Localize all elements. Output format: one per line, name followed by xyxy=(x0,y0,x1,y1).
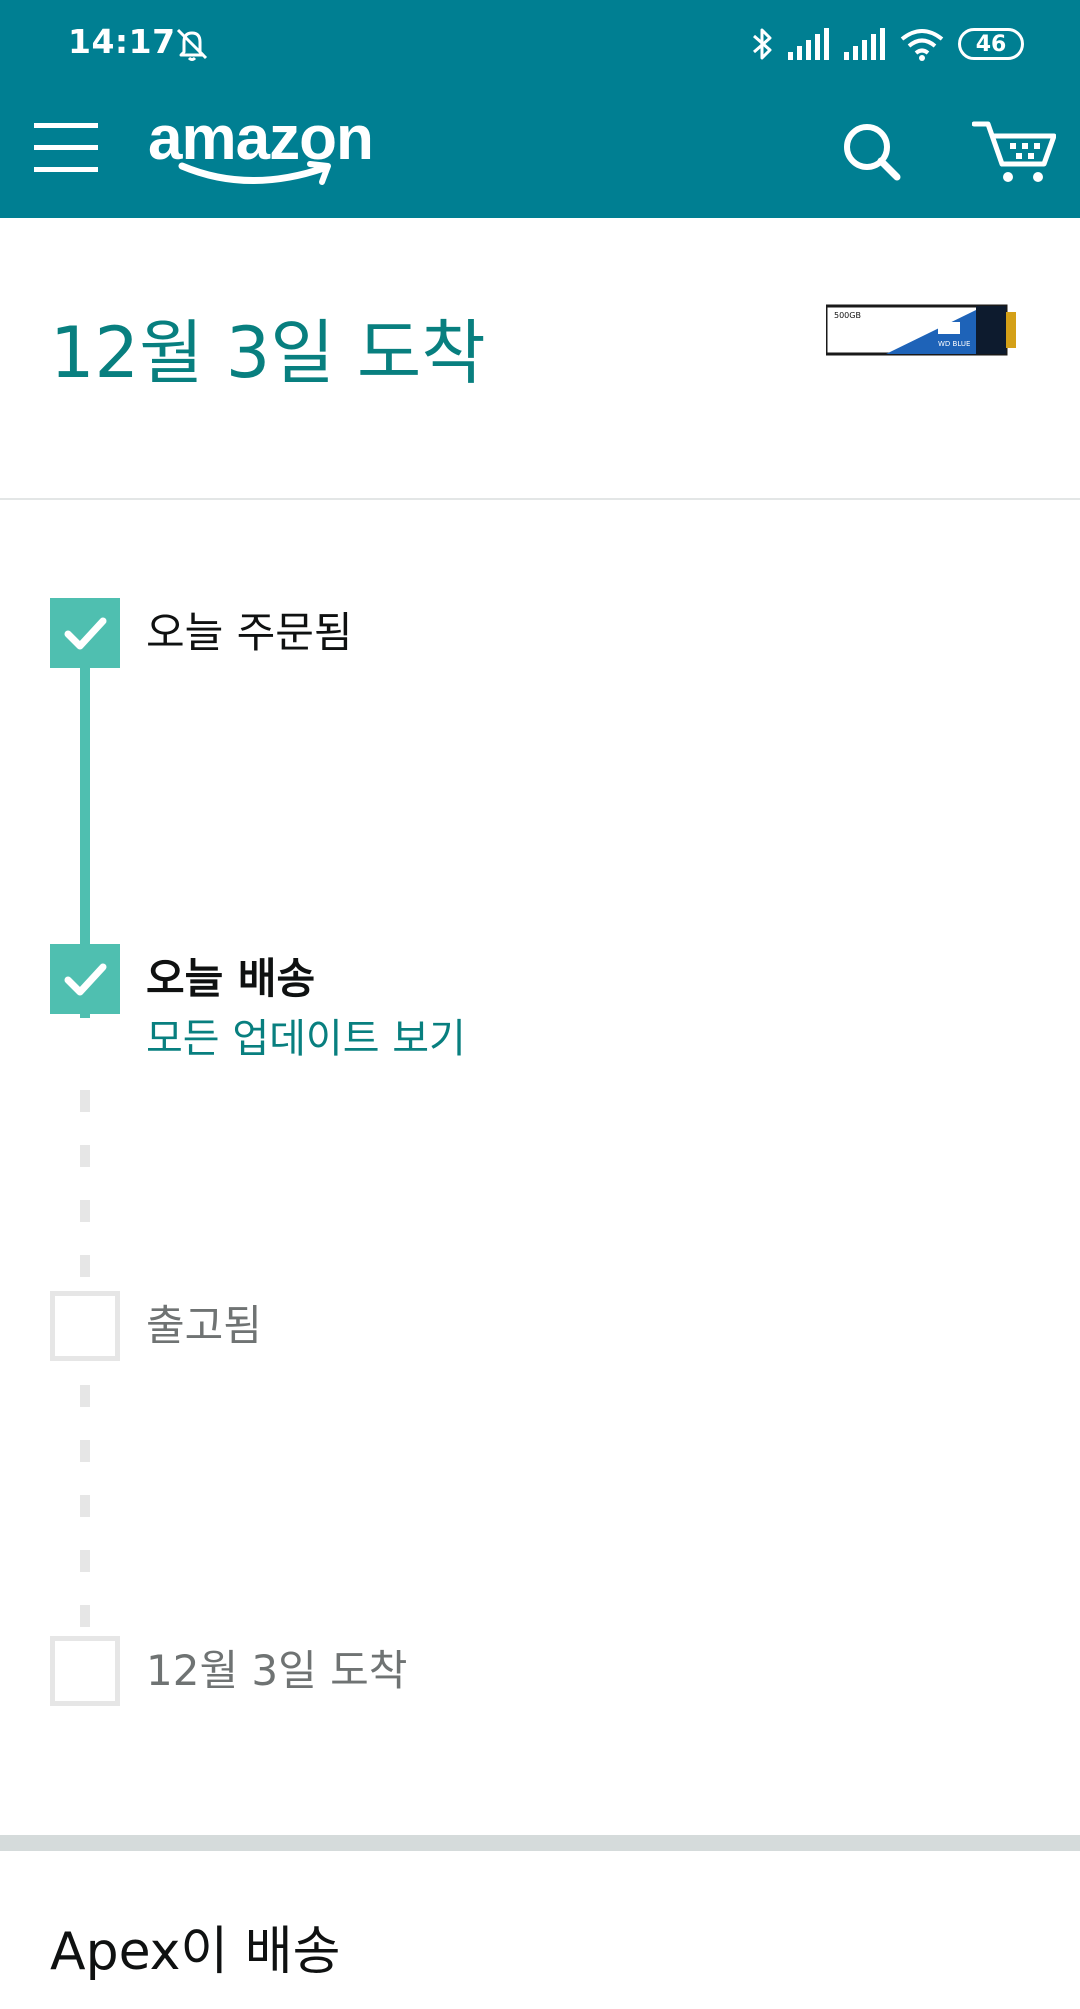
carrier-label: Apex이 배송 xyxy=(50,1922,341,1982)
signal-icon xyxy=(844,28,885,60)
app-header: amazon xyxy=(0,88,1080,218)
tracking-timeline: 오늘 주문됨 오늘 배송 모든 업데이트 보기 출고됨 12월 3일 도착 xyxy=(0,500,1080,1835)
battery-icon: 46 xyxy=(958,28,1024,60)
status-icons: 46 xyxy=(750,24,1024,64)
step-check-pending xyxy=(50,1636,120,1706)
signal-icon xyxy=(788,28,829,60)
step-check-pending xyxy=(50,1291,120,1361)
step-label-ordered: 오늘 주문됨 xyxy=(146,608,353,657)
product-thumbnail[interactable]: 500GB WD BLUE xyxy=(826,302,1018,358)
cart-icon[interactable] xyxy=(972,116,1056,186)
arrival-section: 12월 3일 도착 500GB WD BLUE xyxy=(0,218,1080,500)
wifi-icon xyxy=(900,29,944,61)
step-check-done xyxy=(50,944,120,1014)
section-divider xyxy=(0,1835,1080,1851)
view-all-updates-link[interactable]: 모든 업데이트 보기 xyxy=(146,1014,466,1064)
step-label-shipped: 오늘 배송 xyxy=(146,954,316,1003)
arrival-title: 12월 3일 도착 xyxy=(50,312,486,394)
checkmark-icon xyxy=(64,617,107,650)
bell-off-icon xyxy=(176,28,208,61)
menu-icon[interactable] xyxy=(34,119,98,175)
step-label-arrival: 12월 3일 도착 xyxy=(146,1646,408,1695)
step-check-done xyxy=(50,598,120,668)
amazon-logo[interactable]: amazon xyxy=(148,108,388,194)
progress-line-pending xyxy=(80,1090,90,1290)
checkmark-icon xyxy=(64,963,107,996)
smile-arrow-icon xyxy=(178,161,331,185)
status-time: 14:17 xyxy=(68,22,176,61)
step-label-dispatched: 출고됨 xyxy=(146,1301,262,1350)
status-bar: 14:17 46 xyxy=(0,0,1080,88)
thumbnail-capacity: 500GB xyxy=(834,311,861,320)
bluetooth-icon xyxy=(753,28,772,60)
search-icon[interactable] xyxy=(840,120,904,184)
thumbnail-brand: WD BLUE xyxy=(938,340,970,348)
